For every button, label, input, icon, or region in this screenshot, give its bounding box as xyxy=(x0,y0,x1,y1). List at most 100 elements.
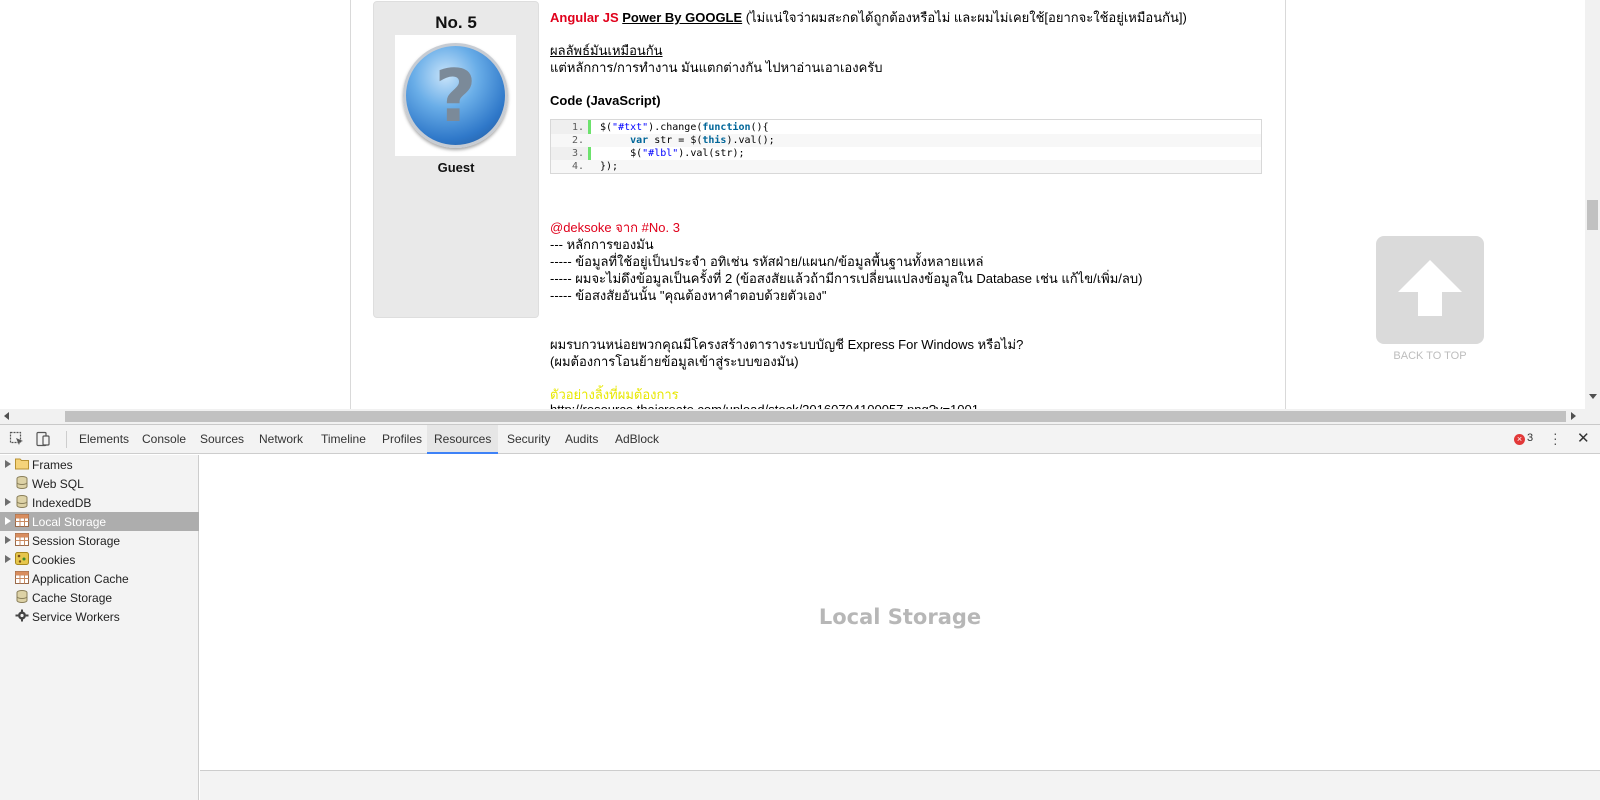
sidebar-item-indexeddb[interactable]: IndexedDB xyxy=(0,493,199,512)
sidebar-item-service-workers[interactable]: Service Workers xyxy=(0,607,199,626)
cookie-icon xyxy=(15,552,29,565)
expand-arrow-icon[interactable] xyxy=(5,460,11,468)
code-line-number: 3. xyxy=(571,148,584,159)
sidebar-item-label: Service Workers xyxy=(32,610,120,624)
mention-line: @deksoke จาก #No. 3 xyxy=(550,220,680,235)
tab-network[interactable]: Network xyxy=(257,425,305,454)
code-line-text: var str = $(this).val(); xyxy=(630,135,775,146)
vertical-scrollbar[interactable] xyxy=(1585,0,1600,409)
post-line-3: แต่หลักการ/การทำงาน มันแตกต่างกัน ไปหาอ่… xyxy=(550,60,883,75)
post-paragraph-4: ----- ข้อสงสัยอันนั้น "คุณต้องหาคำตอบด้ว… xyxy=(550,288,827,303)
scroll-left-arrow-icon[interactable] xyxy=(4,412,9,420)
code-line-text: $("#lbl").val(str); xyxy=(600,148,745,159)
devtools-footer xyxy=(200,770,1600,800)
error-count: 3 xyxy=(1527,432,1534,444)
table-grid-icon xyxy=(15,533,29,546)
code-line: 2. var str = $(this).val(); xyxy=(551,134,1261,147)
question-line-2: (ผมต้องการโอนย้ายข้อมูลเข้าสู่ระบบของมัน… xyxy=(550,354,799,369)
back-to-top-button[interactable] xyxy=(1376,236,1484,344)
table-grid-icon xyxy=(15,571,29,584)
tab-adblock[interactable]: AdBlock xyxy=(613,425,661,454)
device-mode-icon[interactable] xyxy=(35,431,51,447)
close-devtools-icon[interactable]: ✕ xyxy=(1577,429,1590,447)
sidebar-item-label: Frames xyxy=(32,458,73,472)
inspect-element-icon[interactable] xyxy=(9,431,25,447)
resources-sidebar: Frames Web SQL IndexedDB Local Storage Sessi… xyxy=(0,455,199,800)
tab-elements[interactable]: Elements xyxy=(77,425,131,454)
page-viewport: No. 5 ? Guest Angular JS Power By GOOGLE… xyxy=(0,0,1600,409)
code-line: 4.}); xyxy=(551,160,1261,173)
user-name: Guest xyxy=(437,160,475,175)
code-line-text: }); xyxy=(600,161,619,172)
code-line-number: 1. xyxy=(571,122,584,133)
horizontal-scrollbar[interactable] xyxy=(0,409,1600,424)
post-line-1-text: (ไม่แน่ใจว่าผมสะกดได้ถูกต้องหรือไม่ และผ… xyxy=(745,10,1187,25)
toolbar-separator xyxy=(66,431,67,448)
sidebar-item-cookies[interactable]: Cookies xyxy=(0,550,199,569)
code-block: 1. $("#txt").change(function(){2. var str… xyxy=(550,119,1262,174)
sidebar-item-session-storage[interactable]: Session Storage xyxy=(0,531,199,550)
sidebar-item-application-cache[interactable]: Application Cache xyxy=(0,569,199,588)
tab-console[interactable]: Console xyxy=(140,425,188,454)
post-number: No. 5 xyxy=(435,13,477,32)
code-heading: Code (JavaScript) xyxy=(550,93,661,108)
database-icon xyxy=(15,495,29,508)
sidebar-item-label: Local Storage xyxy=(32,515,107,529)
sidebar-item-web-sql[interactable]: Web SQL xyxy=(0,474,199,493)
sidebar-item-label: IndexedDB xyxy=(32,496,92,510)
error-icon: × xyxy=(1514,434,1525,445)
code-line-number: 2. xyxy=(571,135,584,146)
local-storage-view: Local Storage xyxy=(200,455,1600,770)
back-to-top-label[interactable]: BACK TO TOP xyxy=(1376,350,1484,362)
arrow-up-icon xyxy=(1398,260,1462,316)
question-line-1: ผมรบกวนหน่อยพวกคุณมีโครงสร้างตารางระบบบั… xyxy=(550,337,1024,352)
sidebar-item-label: Session Storage xyxy=(32,534,121,548)
error-count-badge[interactable]: × 3 xyxy=(1514,432,1533,445)
more-options-icon[interactable]: · · · xyxy=(1553,426,1558,450)
question-mark-avatar-icon: ? xyxy=(403,43,508,148)
sidebar-item-frames[interactable]: Frames xyxy=(0,455,199,474)
devtools-panel: Elements Console Sources Network Timeline Pro… xyxy=(0,424,1600,800)
sidebar-item-label: Cache Storage xyxy=(32,591,113,605)
post-paragraph-2: ----- ข้อมูลที่ใช้อยู่เป็นประจำ อทิเช่น … xyxy=(550,254,984,269)
post-line-1: Angular JS Power By GOOGLE (ไม่แน่ใจว่าผ… xyxy=(550,9,1187,26)
database-icon xyxy=(15,590,29,603)
code-line-number: 4. xyxy=(571,161,584,172)
result-heading: ผลลัพธ์มันเหมือนกัน xyxy=(550,43,663,58)
avatar: ? xyxy=(395,35,516,156)
folder-icon xyxy=(15,457,29,470)
table-grid-icon xyxy=(15,514,29,527)
code-line: 1. $("#txt").change(function(){ xyxy=(551,121,1261,134)
expand-arrow-icon[interactable] xyxy=(5,555,11,563)
database-icon xyxy=(15,476,29,489)
power-by-link[interactable]: Power By GOOGLE xyxy=(622,10,742,25)
expand-arrow-icon[interactable] xyxy=(5,536,11,544)
code-line-text: $("#txt").change(function(){ xyxy=(600,122,769,133)
vertical-scroll-thumb[interactable] xyxy=(1587,200,1598,230)
sidebar-item-label: Web SQL xyxy=(32,477,84,491)
example-link[interactable]: http://resource.thaicreate.com/upload/st… xyxy=(550,401,979,409)
expand-arrow-icon[interactable] xyxy=(5,498,11,506)
sidebar-item-local-storage[interactable]: Local Storage xyxy=(0,512,199,531)
expand-arrow-icon[interactable] xyxy=(5,517,11,525)
horizontal-scroll-thumb[interactable] xyxy=(65,411,1566,422)
devtools-toolbar: Elements Console Sources Network Timeline Pro… xyxy=(0,425,1600,454)
tab-resources[interactable]: Resources xyxy=(427,425,499,454)
framework-name: Angular JS xyxy=(550,10,619,25)
sidebar-item-label: Application Cache xyxy=(32,572,129,586)
sidebar-item-label: Cookies xyxy=(32,553,76,567)
scroll-right-arrow-icon[interactable] xyxy=(1571,412,1576,420)
tab-timeline[interactable]: Timeline xyxy=(319,425,368,454)
tab-sources[interactable]: Sources xyxy=(198,425,246,454)
empty-view-title: Local Storage xyxy=(818,605,982,629)
user-card: No. 5 ? Guest xyxy=(373,1,539,318)
post-paragraph-3: ----- ผมจะไม่ดึงข้อมูลเป็นครั้งที่ 2 (ข้… xyxy=(550,271,1143,286)
tab-security[interactable]: Security xyxy=(505,425,552,454)
scroll-down-arrow-icon[interactable] xyxy=(1589,394,1597,399)
code-line: 3. $("#lbl").val(str); xyxy=(551,147,1261,160)
gear-icon xyxy=(15,609,29,622)
tab-profiles[interactable]: Profiles xyxy=(380,425,424,454)
post-paragraph-1: --- หลักการของมัน xyxy=(550,237,654,252)
tab-audits[interactable]: Audits xyxy=(563,425,600,454)
sidebar-item-cache-storage[interactable]: Cache Storage xyxy=(0,588,199,607)
